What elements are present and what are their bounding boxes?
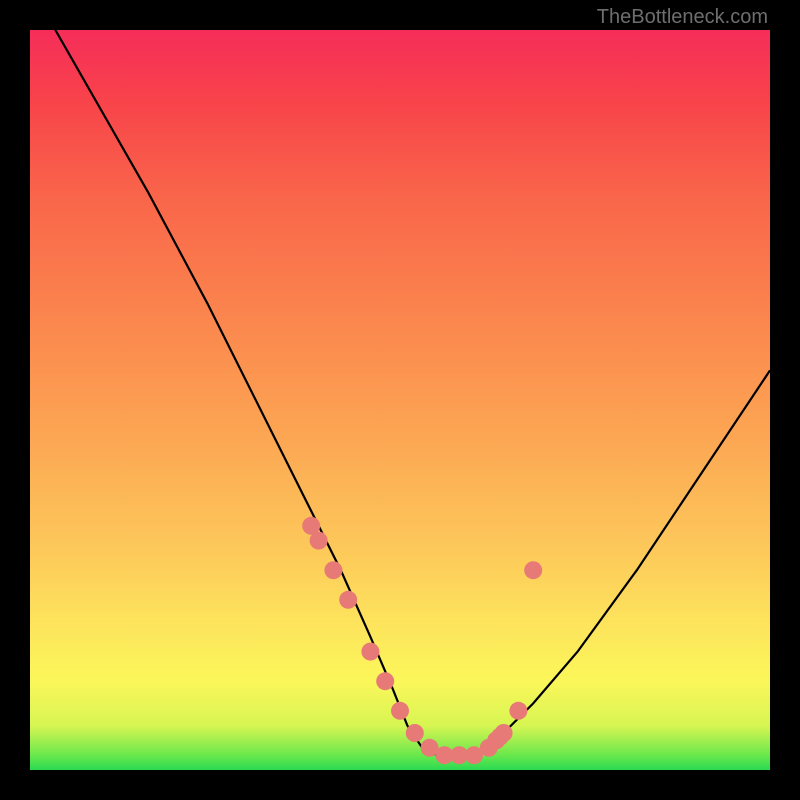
highlight-dot — [324, 561, 342, 579]
highlight-dot — [376, 672, 394, 690]
highlight-dot — [495, 724, 513, 742]
plot-area — [30, 30, 770, 770]
highlight-dot — [524, 561, 542, 579]
highlight-dots — [302, 517, 542, 764]
chart-frame: TheBottleneck.com — [0, 0, 800, 800]
bottleneck-curve — [30, 30, 770, 755]
highlight-dot — [339, 591, 357, 609]
highlight-dot — [391, 702, 409, 720]
watermark-text: TheBottleneck.com — [597, 6, 768, 29]
highlight-dot — [310, 532, 328, 550]
highlight-dot — [361, 643, 379, 661]
highlight-dot — [406, 724, 424, 742]
chart-svg — [30, 30, 770, 770]
highlight-dot — [509, 702, 527, 720]
